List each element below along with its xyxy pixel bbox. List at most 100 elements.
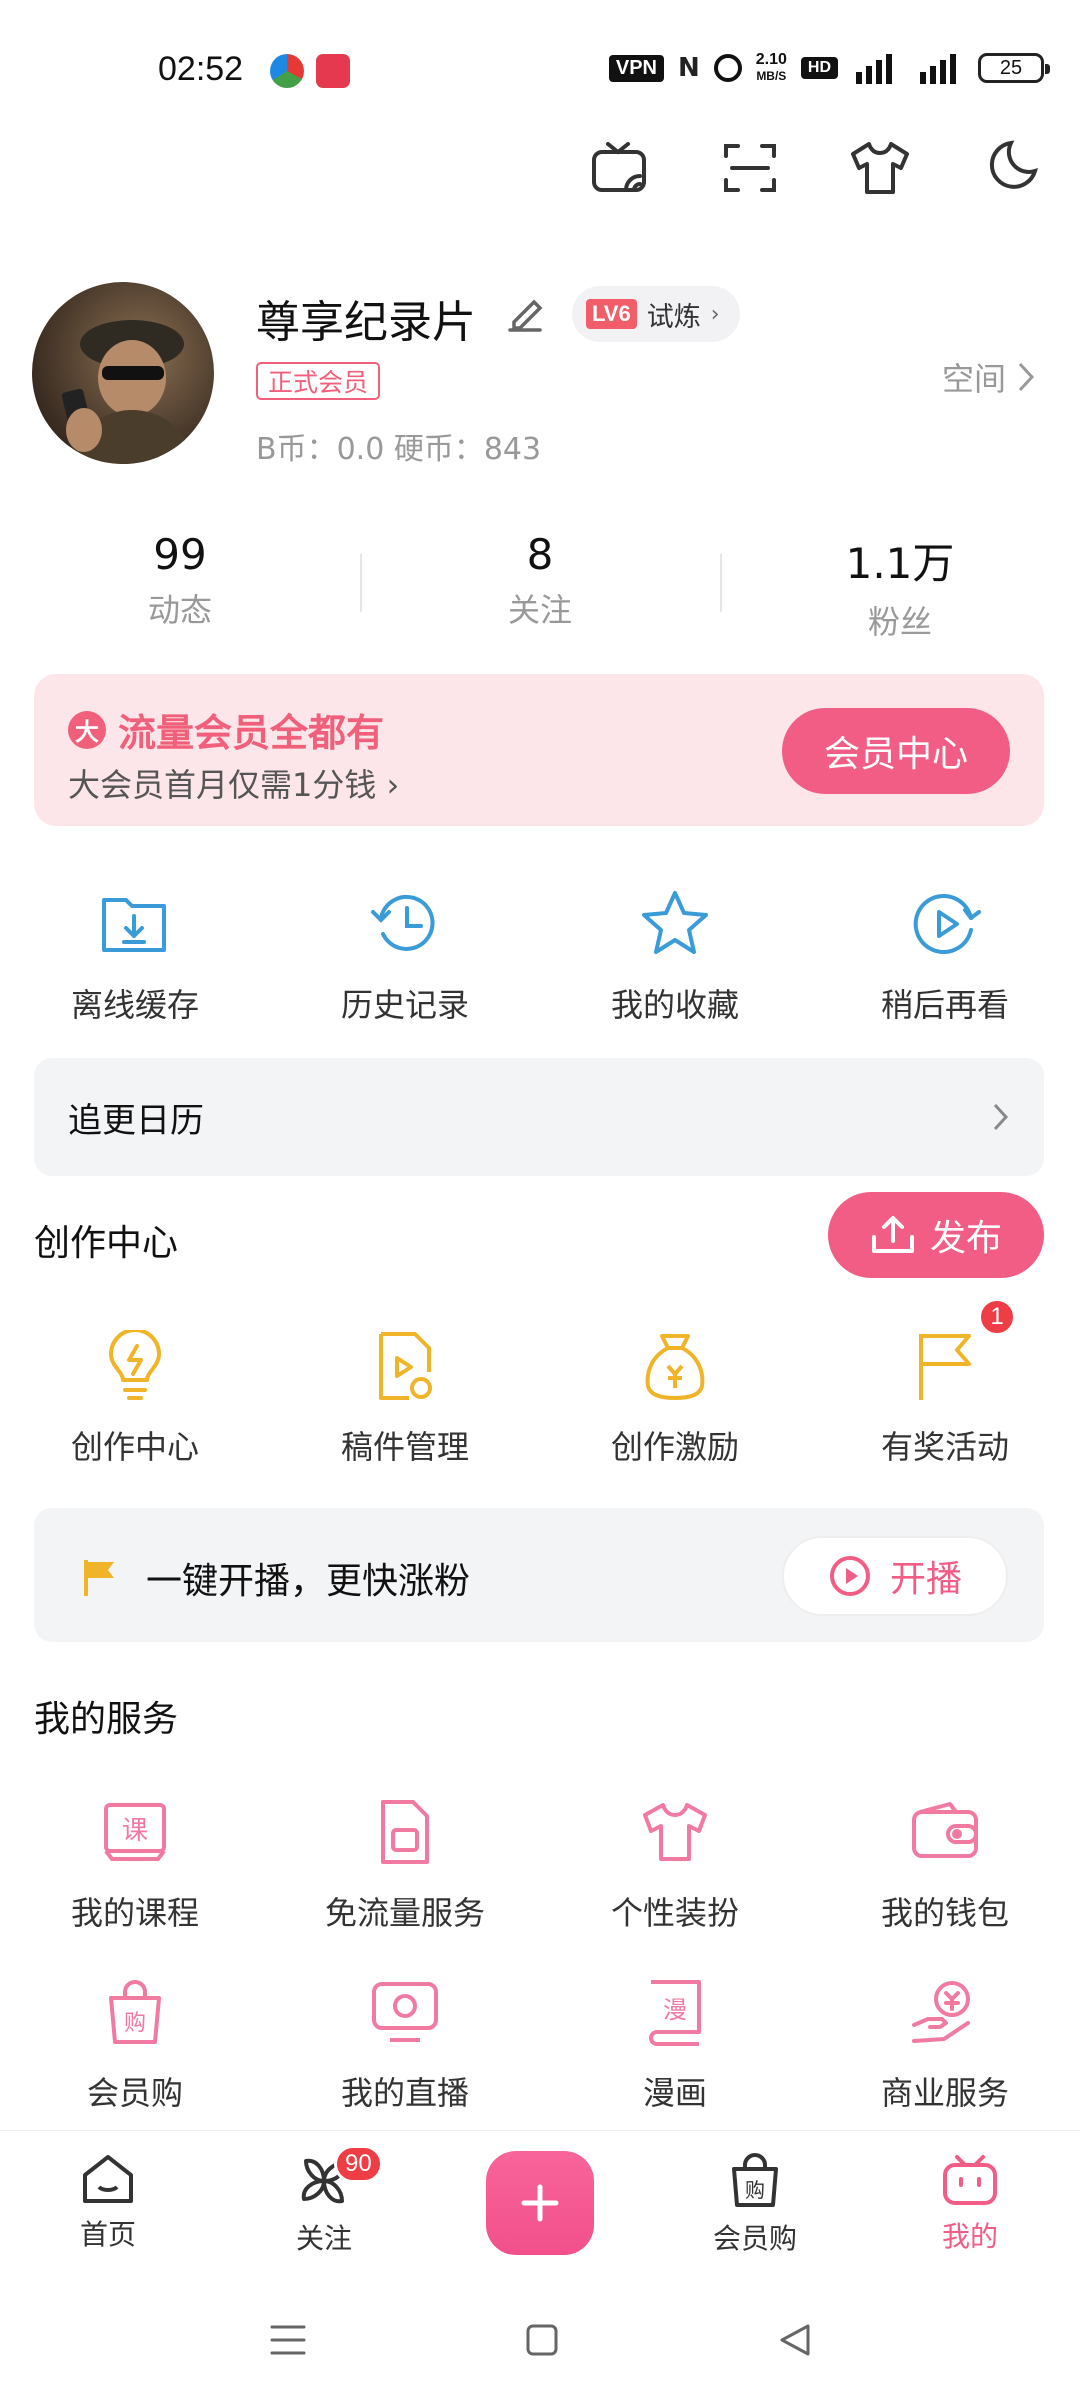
tab-home[interactable]: 首页 [48,2153,168,2253]
start-live-button[interactable]: 开播 [782,1536,1008,1616]
my-course-button[interactable]: 课 我的课程 [0,1792,270,1934]
tv-cast-icon[interactable] [580,128,660,208]
stat-dynamics[interactable]: 99 动态 [0,530,360,643]
vip-icon: 大 [68,710,106,749]
tv-mascot-icon [943,2155,997,2205]
calendar-label: 追更日历 [68,1100,204,1141]
personalize-button[interactable]: 个性装扮 [540,1792,810,1934]
history-icon [371,895,435,951]
chevron-right-icon: › [710,301,720,327]
manuscript-icon [379,1332,432,1400]
lightbulb-icon [109,1330,161,1400]
free-data-button[interactable]: 免流量服务 [270,1792,540,1934]
tab-mine[interactable]: 我的 [910,2153,1030,2255]
system-nav-bar [0,2280,1080,2400]
vpn-icon: VPN [608,54,664,82]
shopping-bag-icon: 购 [109,1980,161,2044]
member-tag: 正式会员 [256,362,381,400]
offline-cache-button[interactable]: 离线缓存 [0,884,270,1026]
username[interactable]: 尊享纪录片 [256,286,476,350]
business-icon [912,1981,970,2043]
follow-calendar[interactable]: 追更日历 [34,1058,1044,1176]
hd-icon: HD [800,57,838,79]
stats-row: 99 动态 8 关注 1.1万 粉丝 [0,530,1080,643]
watch-later-button[interactable]: 稍后再看 [810,884,1080,1026]
live-banner[interactable]: 一键开播，更快涨粉 开播 [34,1508,1044,1642]
history-button[interactable]: 历史记录 [270,884,540,1026]
home-icon [83,2155,133,2203]
business-service-button[interactable]: 商业服务 [810,1972,1080,2114]
offline-cache-icon [102,898,166,952]
chevron-right-icon: › [386,766,400,804]
status-time: 02:52 [158,50,244,88]
quick-actions: 离线缓存 历史记录 我的收藏 稍后再看 [0,884,1080,1026]
level-tag: LV6 [586,299,637,329]
favorites-icon [642,891,708,954]
status-bar: 02:52 VPN N 2.10 MB/S HD 25 [0,0,1080,140]
vip-title: 大 流量会员全都有 [68,702,384,757]
tab-follow[interactable]: 关注 90 [264,2145,384,2257]
stat-following[interactable]: 8 关注 [360,530,720,643]
svg-text:购: 购 [745,2178,765,2202]
avatar[interactable] [32,282,214,464]
tshirt-icon[interactable] [840,128,920,208]
level-label: 试炼 [646,301,701,333]
vip-center-button[interactable]: 会员中心 [782,708,1010,794]
creation-incentive-button[interactable]: 创作激励 [540,1326,810,1468]
app-notification-icon [316,54,350,88]
flag-icon [80,1558,120,1598]
services-row-1: 课 我的课程 免流量服务 个性装扮 我的钱包 [0,1792,1080,1934]
bottom-tab-bar: 首页 关注 90 购 会员购 我的 [0,2130,1080,2280]
my-live-button[interactable]: 我的直播 [270,1972,540,2114]
creation-section-title: 创作中心 [34,1223,179,1264]
svg-text:漫: 漫 [663,1996,687,2024]
home-square-icon[interactable] [525,2323,559,2357]
reward-badge: 1 [978,1298,1016,1336]
back-icon[interactable] [776,2322,812,2358]
level-badge[interactable]: LV6 试炼 › [572,286,740,342]
favorites-button[interactable]: 我的收藏 [540,884,810,1026]
services-row-2: 购 会员购 我的直播 漫 漫画 商业服务 [0,1972,1080,2114]
live-tv-icon [372,1982,438,2042]
create-plus-button[interactable] [486,2151,594,2255]
signal-4g-icon [856,54,892,84]
tab-vip-shop[interactable]: 购 会员购 [695,2153,815,2257]
manuscript-button[interactable]: 稿件管理 [270,1326,540,1468]
svg-text:购: 购 [124,2011,146,2036]
publish-button[interactable]: 发布 [828,1192,1044,1278]
scan-icon[interactable] [710,128,790,208]
notification-icons [270,54,350,88]
space-link[interactable]: 空间 [942,354,1036,400]
stat-fans[interactable]: 1.1万 粉丝 [720,530,1080,643]
top-actions [580,128,1050,208]
menu-icon[interactable] [268,2323,308,2357]
services-section-title: 我的服务 [34,1699,179,1740]
reward-activity-button[interactable]: 1 有奖活动 [810,1298,1080,1468]
creation-center-button[interactable]: 创作中心 [0,1326,270,1468]
net-speed: 2.10 MB/S [755,51,787,84]
space-label: 空间 [941,360,1006,398]
nfc-icon: N [677,53,700,83]
alarm-icon [713,54,742,82]
wallet-icon [912,1802,978,1858]
edit-icon[interactable] [502,292,548,338]
moon-icon[interactable] [970,128,1050,208]
system-status-icons: VPN N 2.10 MB/S HD 25 [608,51,1050,84]
comic-icon: 漫 [649,1980,701,2046]
svg-text:课: 课 [122,1816,148,1846]
chevron-right-icon [1018,362,1035,392]
comic-button[interactable]: 漫 漫画 [540,1972,810,2114]
flag-icon [919,1334,971,1400]
course-icon: 课 [104,1803,166,1861]
money-bag-icon [645,1334,705,1400]
vip-shop-button[interactable]: 购 会员购 [0,1972,270,2114]
wallet-button[interactable]: 我的钱包 [810,1792,1080,1934]
live-text: 一键开播，更快涨粉 [146,1561,471,1602]
play-circle-icon [829,1556,870,1596]
shopping-bag-icon: 购 [732,2153,778,2207]
signal-4g-icon [920,54,956,84]
battery-icon: 25 [978,53,1050,83]
vip-banner[interactable]: 大 流量会员全都有 大会员首月仅需1分钱 › 会员中心 [34,674,1044,826]
sim-card-icon [381,1800,429,1864]
upload-icon [871,1216,914,1253]
